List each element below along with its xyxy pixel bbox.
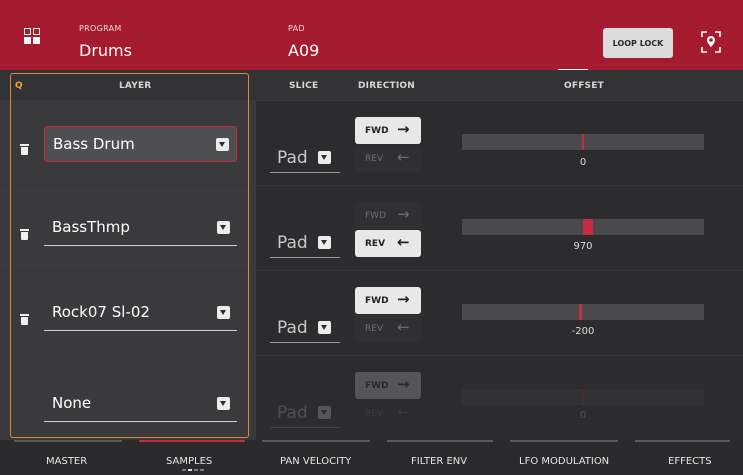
offset-marker (579, 304, 582, 320)
arrow-right-icon: → (397, 375, 410, 393)
dropdown-arrow-icon (217, 221, 230, 234)
tab-underline (14, 440, 122, 442)
rev-button-3[interactable]: REV ← (355, 315, 421, 342)
rev-button-2[interactable]: REV ← (355, 230, 421, 257)
slice-value: Pad (277, 233, 308, 253)
rev-button-1[interactable]: REV ← (355, 145, 421, 172)
rev-label: REV (365, 408, 384, 419)
arrow-left-icon: ← (397, 403, 410, 421)
offset-slider-4 (462, 389, 704, 405)
arrow-left-icon: ← (397, 318, 410, 336)
offset-value-2: 970 (573, 241, 593, 252)
layer-column-header: LAYER (119, 81, 152, 91)
slice-select-2[interactable]: Pad (270, 228, 340, 258)
rev-label: REV (365, 238, 386, 249)
fwd-button-1[interactable]: FWD → (355, 117, 421, 144)
fwd-label: FWD (365, 125, 389, 136)
slice-select-1[interactable]: Pad (270, 143, 340, 173)
fwd-button-4: FWD → (355, 372, 421, 399)
sample-name: BassThmp (52, 218, 130, 236)
fwd-button-2[interactable]: FWD → (355, 202, 421, 229)
program-label: PROGRAM (79, 24, 122, 33)
arrow-left-icon: ← (397, 148, 410, 166)
sample-select-1[interactable]: Bass Drum (44, 126, 237, 162)
slice-select-4: Pad (270, 398, 340, 428)
arrow-left-icon: ← (397, 233, 410, 251)
tab-underline-active (139, 440, 245, 442)
bottom-tab-bar (0, 440, 743, 475)
fwd-label: FWD (365, 210, 387, 221)
menu-grid-icon[interactable] (24, 28, 41, 45)
tab-filter-env[interactable]: FILTER ENV (411, 456, 467, 467)
sample-name: Rock07 Sl-02 (52, 303, 150, 321)
arrow-right-icon: → (397, 290, 410, 308)
direction-column-header: DIRECTION (358, 81, 415, 91)
offset-slider-3[interactable] (462, 304, 704, 320)
tab-samples[interactable]: SAMPLES (166, 456, 212, 467)
fwd-label: FWD (365, 295, 389, 306)
slice-value: Pad (277, 148, 308, 168)
sample-select-3[interactable]: Rock07 Sl-02 (44, 295, 237, 331)
dropdown-arrow-icon (318, 406, 331, 419)
row-divider (0, 355, 743, 356)
trash-icon[interactable] (20, 314, 29, 325)
dropdown-arrow-icon (217, 306, 230, 319)
program-value[interactable]: Drums (79, 41, 132, 60)
arrow-right-icon: → (397, 120, 410, 138)
header-bar: PROGRAM Drums PAD A09 LOOP LOCK (0, 0, 743, 71)
dropdown-arrow-icon (318, 321, 331, 334)
trash-icon[interactable] (20, 144, 29, 155)
tab-underline (510, 440, 618, 442)
sample-select-2[interactable]: BassThmp (44, 210, 237, 246)
q-link-badge[interactable]: Q (15, 81, 23, 91)
pad-value[interactable]: A09 (288, 41, 319, 60)
offset-value-4: 0 (579, 410, 587, 421)
row-divider (0, 185, 743, 186)
pad-label: PAD (288, 24, 305, 33)
sample-name: None (52, 394, 92, 412)
offset-marker (583, 219, 593, 235)
column-header-row: Q LAYER SLICE DIRECTION OFFSET (0, 70, 743, 101)
rev-label: REV (365, 323, 384, 334)
offset-column-header: OFFSET (564, 81, 604, 91)
slice-value: Pad (277, 318, 308, 338)
rev-button-4: REV ← (355, 400, 421, 427)
offset-marker (582, 134, 584, 150)
slice-column-header: SLICE (289, 81, 319, 91)
row-divider (0, 270, 743, 271)
rev-label: REV (365, 153, 384, 164)
dropdown-arrow-icon (217, 397, 230, 410)
fwd-label: FWD (365, 380, 389, 391)
dropdown-arrow-icon (318, 151, 331, 164)
offset-value-1: 0 (579, 157, 587, 168)
tab-page-indicator (182, 469, 204, 471)
loop-lock-button[interactable]: LOOP LOCK (603, 28, 673, 58)
fwd-button-3[interactable]: FWD → (355, 287, 421, 314)
locate-icon[interactable] (701, 31, 721, 53)
arrow-right-icon: → (397, 205, 410, 223)
tab-effects[interactable]: EFFECTS (668, 456, 712, 467)
dropdown-arrow-icon (318, 236, 331, 249)
slice-select-3[interactable]: Pad (270, 313, 340, 343)
tab-lfo-modulation[interactable]: LFO MODULATION (519, 456, 609, 467)
tab-master[interactable]: MASTER (46, 456, 87, 467)
offset-slider-1[interactable] (462, 134, 704, 150)
trash-icon[interactable] (20, 229, 29, 240)
tab-underline (635, 440, 730, 442)
tab-underline (387, 440, 493, 442)
sample-name: Bass Drum (53, 135, 135, 153)
slice-value: Pad (277, 403, 308, 423)
tab-pan-velocity[interactable]: PAN VELOCITY (280, 456, 351, 467)
dropdown-arrow-icon (216, 138, 229, 151)
offset-slider-2[interactable] (462, 219, 704, 235)
tab-underline (262, 440, 370, 442)
sample-select-4[interactable]: None (44, 386, 237, 422)
offset-value-3: -200 (571, 326, 595, 337)
offset-marker (582, 389, 584, 405)
